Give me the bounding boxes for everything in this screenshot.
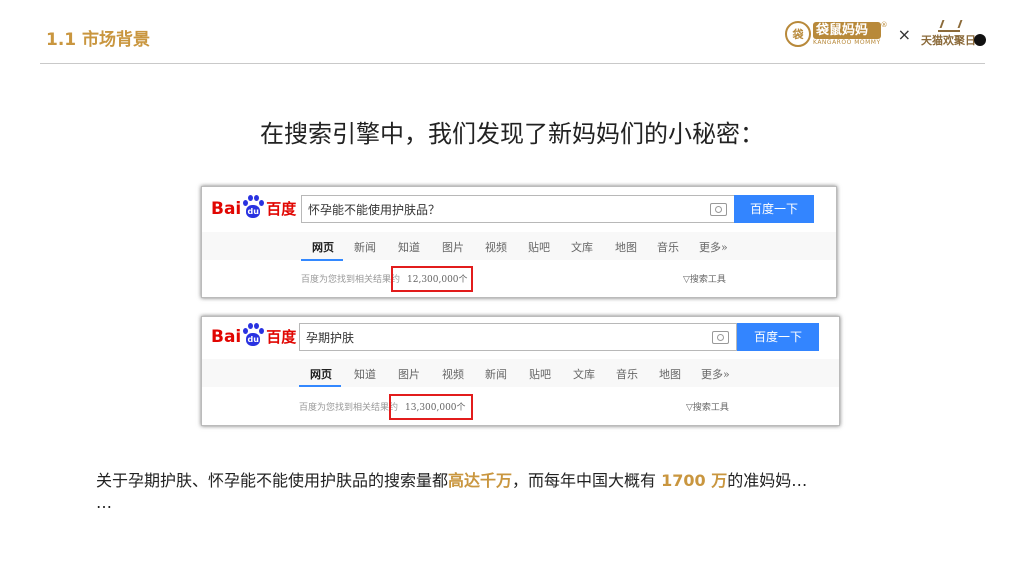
tab-images[interactable]: 图片: [442, 239, 464, 255]
baidu-paw-icon: du: [242, 323, 265, 347]
baidu-logo-cn: 百度: [266, 328, 297, 346]
baidu-logo-cn: 百度: [266, 200, 297, 218]
search-query: 怀孕能不能使用护肤品？: [308, 203, 441, 217]
result-prefix: 百度为您找到相关结果约: [299, 403, 399, 413]
search-tools-label: 搜索工具: [689, 275, 726, 285]
search-button[interactable]: 百度一下: [737, 323, 819, 351]
baidu-screenshot-2: Bai du 百度 孕期护肤 百度一下 网页 知道 图片 视频 新闻 贴吧 文库…: [201, 316, 840, 426]
search-tools[interactable]: ▽搜索工具: [686, 400, 729, 413]
tab-zhidao[interactable]: 知道: [354, 366, 376, 382]
tab-news[interactable]: 新闻: [354, 239, 376, 255]
tab-bar: 网页 知道 图片 视频 新闻 贴吧 文库 音乐 地图 更多»: [202, 359, 839, 387]
summary-highlight-1: 高达千万: [448, 471, 513, 490]
tab-video[interactable]: 视频: [442, 366, 464, 382]
baidu-logo-du: du: [246, 333, 261, 346]
tab-wenku[interactable]: 文库: [571, 239, 593, 255]
result-count-highlight: [389, 394, 473, 420]
active-tab-underline: [301, 259, 343, 261]
baidu-paw-icon: du: [242, 195, 265, 219]
tmall-icon: [937, 20, 960, 32]
headline: 在搜索引擎中，我们发现了新妈妈们的小秘密：: [260, 120, 764, 148]
kangaroo-mommy-en: KANGAROO MOMMY: [813, 38, 881, 46]
result-count-highlight: [391, 266, 473, 292]
tab-tieba[interactable]: 贴吧: [528, 239, 550, 255]
summary-part-1: 关于孕期护肤、怀孕能不能使用护肤品的搜索量都: [96, 471, 449, 490]
camera-icon[interactable]: [710, 203, 727, 216]
filter-icon: ▽: [683, 275, 690, 285]
summary-part-2: ，而每年中国大概有: [512, 471, 662, 490]
registered-mark: ®: [880, 21, 888, 29]
tab-map[interactable]: 地图: [659, 366, 681, 382]
tmall-logo: 天猫欢聚日: [921, 20, 976, 48]
tab-video[interactable]: 视频: [485, 239, 507, 255]
header-divider: [40, 63, 985, 64]
summary-part-3: 的准妈妈…: [727, 471, 808, 490]
tab-map[interactable]: 地图: [615, 239, 637, 255]
tab-bar: 网页 新闻 知道 图片 视频 贴吧 文库 地图 音乐 更多»: [202, 232, 836, 260]
tab-news[interactable]: 新闻: [485, 366, 507, 382]
tab-more[interactable]: 更多»: [701, 366, 730, 382]
baidu-screenshot-1: Bai du 百度 怀孕能不能使用护肤品？ 百度一下 网页 新闻 知道 图片 视…: [201, 186, 837, 298]
tab-tieba[interactable]: 贴吧: [529, 366, 551, 382]
search-input[interactable]: 孕期护肤: [299, 323, 737, 351]
collab-times: ×: [897, 24, 912, 44]
tab-web[interactable]: 网页: [310, 366, 332, 382]
camera-icon[interactable]: [712, 331, 729, 344]
baidu-logo-du: du: [246, 205, 261, 218]
tab-images[interactable]: 图片: [398, 366, 420, 382]
baidu-logo: Bai du 百度: [211, 195, 296, 219]
brand-logos: 袋 袋鼠妈妈 KANGAROO MOMMY ® × 天猫欢聚日: [785, 20, 976, 48]
tab-music[interactable]: 音乐: [657, 239, 679, 255]
tab-more[interactable]: 更多»: [699, 239, 728, 255]
baidu-logo-bai: Bai: [211, 327, 242, 347]
section-title: 1.1 市场背景: [46, 30, 151, 50]
kangaroo-mommy-logo: 袋 袋鼠妈妈 KANGAROO MOMMY ®: [785, 21, 888, 47]
active-tab-underline: [299, 385, 341, 387]
kangaroo-mommy-cn: 袋鼠妈妈: [813, 21, 881, 39]
search-input[interactable]: 怀孕能不能使用护肤品？: [301, 195, 735, 223]
summary-highlight-2: 1700 万: [661, 471, 728, 490]
tmall-text: 天猫欢聚日: [921, 34, 977, 47]
tab-wenku[interactable]: 文库: [573, 366, 595, 382]
tab-zhidao[interactable]: 知道: [398, 239, 420, 255]
search-tools-label: 搜索工具: [692, 403, 729, 413]
filter-icon: ▽: [686, 403, 693, 413]
result-prefix: 百度为您找到相关结果约: [301, 275, 401, 285]
menu-dot[interactable]: [974, 34, 986, 46]
baidu-logo: Bai du 百度: [211, 323, 296, 347]
summary-text: 关于孕期护肤、怀孕能不能使用护肤品的搜索量都高达千万，而每年中国大概有 1700…: [96, 470, 946, 514]
tab-music[interactable]: 音乐: [616, 366, 638, 382]
search-button[interactable]: 百度一下: [734, 195, 814, 223]
summary-part-4: …: [96, 493, 112, 512]
kangaroo-icon: 袋: [785, 21, 811, 47]
baidu-logo-bai: Bai: [211, 199, 242, 219]
search-tools[interactable]: ▽搜索工具: [683, 272, 726, 285]
tab-web[interactable]: 网页: [312, 239, 334, 255]
search-query: 孕期护肤: [306, 331, 355, 345]
